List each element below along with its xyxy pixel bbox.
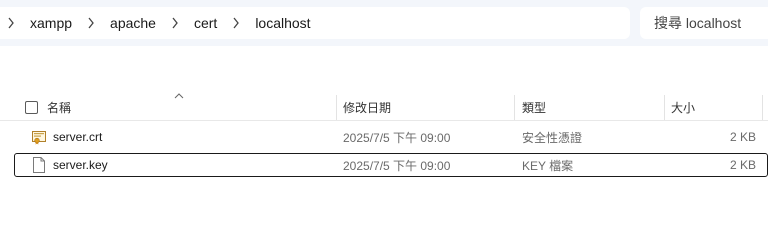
select-all-checkbox[interactable] xyxy=(25,95,38,120)
file-modified: 2025/7/5 下午 09:00 xyxy=(343,130,451,145)
column-divider[interactable] xyxy=(514,95,515,120)
chevron-right-icon[interactable] xyxy=(82,11,100,35)
breadcrumb[interactable]: xampp apache cert localhost xyxy=(0,7,630,39)
certificate-file-icon xyxy=(31,125,47,149)
file-row-selected[interactable]: server.key 2025/7/5 下午 09:00 KEY 檔案 2 KB xyxy=(14,153,768,177)
file-size: 2 KB xyxy=(729,158,756,172)
address-bar-area: xampp apache cert localhost 搜尋 localhost xyxy=(0,0,768,46)
column-header-size[interactable]: 大小 xyxy=(671,95,695,120)
column-header-type[interactable]: 類型 xyxy=(522,95,546,120)
breadcrumb-item[interactable]: xampp xyxy=(26,15,76,31)
chevron-right-icon[interactable] xyxy=(166,11,184,35)
column-header-name[interactable]: 名稱 xyxy=(47,95,71,120)
breadcrumb-item[interactable]: localhost xyxy=(251,15,314,31)
column-divider[interactable] xyxy=(664,95,665,120)
sort-ascending-icon xyxy=(174,89,184,103)
column-divider[interactable] xyxy=(336,95,337,120)
column-header: 名稱 修改日期 類型 大小 xyxy=(0,93,768,121)
column-header-modified[interactable]: 修改日期 xyxy=(343,95,391,120)
file-size: 2 KB xyxy=(729,130,756,144)
file-name: server.key xyxy=(53,158,108,172)
file-type: KEY 檔案 xyxy=(522,158,574,173)
search-placeholder: 搜尋 localhost xyxy=(654,15,742,31)
file-row[interactable]: server.crt 2025/7/5 下午 09:00 安全性憑證 2 KB xyxy=(14,125,768,149)
chevron-right-icon[interactable] xyxy=(2,11,20,35)
file-name: server.crt xyxy=(53,130,103,144)
file-type: 安全性憑證 xyxy=(522,130,583,145)
chevron-right-icon[interactable] xyxy=(227,11,245,35)
file-icon xyxy=(32,153,46,177)
file-modified: 2025/7/5 下午 09:00 xyxy=(343,158,451,173)
breadcrumb-item[interactable]: cert xyxy=(190,15,221,31)
column-divider[interactable] xyxy=(762,95,763,120)
search-input[interactable]: 搜尋 localhost xyxy=(640,7,768,39)
breadcrumb-item[interactable]: apache xyxy=(106,15,160,31)
